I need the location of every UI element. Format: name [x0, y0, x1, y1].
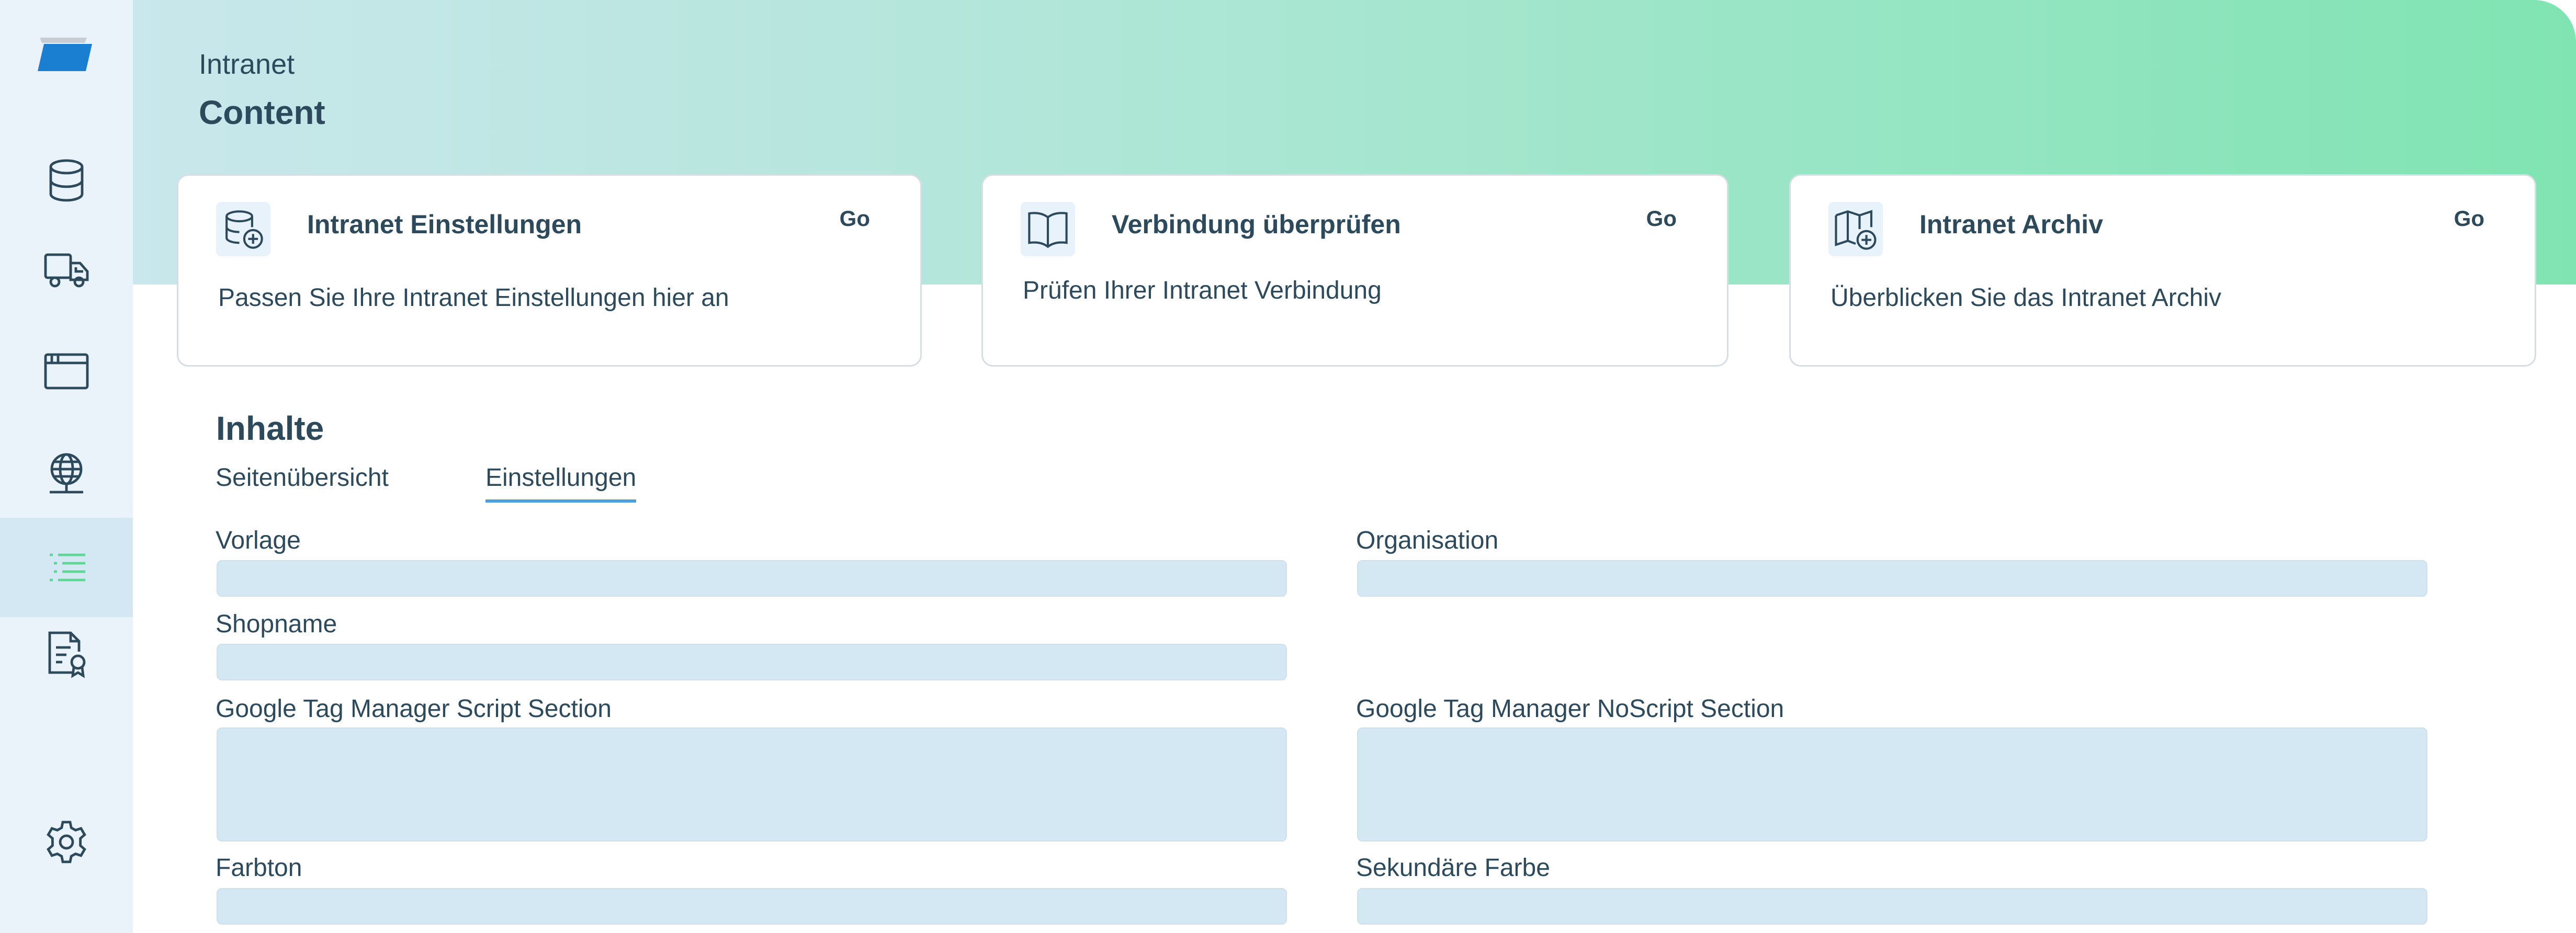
card-go-link[interactable]: Go [2454, 206, 2484, 231]
sidebar-item-content[interactable] [0, 518, 133, 617]
shopname-label: Shopname [216, 610, 337, 638]
card-verbindung-ueberpruefen[interactable]: Verbindung überprüfen Go Prüfen Ihrer In… [981, 174, 1728, 367]
card-description: Prüfen Ihrer Intranet Verbindung [1023, 277, 1382, 304]
truck-icon [44, 253, 89, 288]
tab-einstellungen[interactable]: Einstellungen [485, 463, 637, 503]
map-plus-icon [1828, 202, 1883, 256]
sidebar-item-certificates[interactable] [0, 604, 133, 703]
gtm-script-label: Google Tag Manager Script Section [216, 695, 612, 723]
gtm-noscript-label: Google Tag Manager NoScript Section [1356, 695, 1784, 723]
sidebar-item-database[interactable] [0, 131, 133, 230]
tab-seitenuebersicht[interactable]: Seitenübersicht [216, 463, 389, 499]
certificate-icon [48, 631, 86, 678]
sidebar-item-settings[interactable] [0, 792, 133, 892]
page-title: Content [199, 94, 325, 131]
organisation-input[interactable] [1357, 560, 2427, 597]
card-title: Intranet Einstellungen [307, 210, 582, 239]
sidebar-item-browser[interactable] [0, 322, 133, 421]
section-title: Inhalte [216, 409, 324, 447]
gtm-noscript-textarea[interactable] [1357, 727, 2427, 841]
sekundaere-farbe-input[interactable] [1357, 888, 2427, 925]
breadcrumb[interactable]: Intranet [199, 48, 295, 81]
card-description: Überblicken Sie das Intranet Archiv [1831, 284, 2222, 312]
sidebar-item-web[interactable] [0, 424, 133, 523]
globe-icon [50, 453, 83, 494]
gtm-script-textarea[interactable] [217, 727, 1287, 841]
browser-window-icon [44, 353, 89, 390]
app-logo[interactable] [37, 35, 95, 76]
sidebar [0, 0, 133, 933]
sidebar-item-delivery[interactable] [0, 220, 133, 319]
card-go-link[interactable]: Go [840, 206, 870, 231]
card-intranet-einstellungen[interactable]: Intranet Einstellungen Go Passen Sie Ihr… [177, 174, 922, 367]
shopname-input[interactable] [217, 644, 1287, 680]
database-icon [49, 159, 84, 202]
book-icon [1021, 202, 1075, 256]
farbton-label: Farbton [216, 854, 302, 882]
list-icon [50, 553, 85, 582]
organisation-label: Organisation [1356, 527, 1499, 554]
vorlage-label: Vorlage [216, 527, 301, 554]
card-description: Passen Sie Ihre Intranet Einstellungen h… [218, 284, 729, 312]
sekundaere-farbe-label: Sekundäre Farbe [1356, 854, 1550, 882]
card-intranet-archiv[interactable]: Intranet Archiv Go Überblicken Sie das I… [1789, 174, 2536, 367]
database-plus-icon [216, 202, 270, 256]
farbton-input[interactable] [217, 888, 1287, 925]
card-title: Intranet Archiv [1919, 210, 2104, 239]
gear-icon [47, 821, 86, 863]
card-title: Verbindung überprüfen [1112, 210, 1401, 239]
card-go-link[interactable]: Go [1646, 206, 1677, 231]
main-content: Intranet Content Intranet Einstellungen … [133, 0, 2576, 933]
vorlage-input[interactable] [217, 560, 1287, 597]
